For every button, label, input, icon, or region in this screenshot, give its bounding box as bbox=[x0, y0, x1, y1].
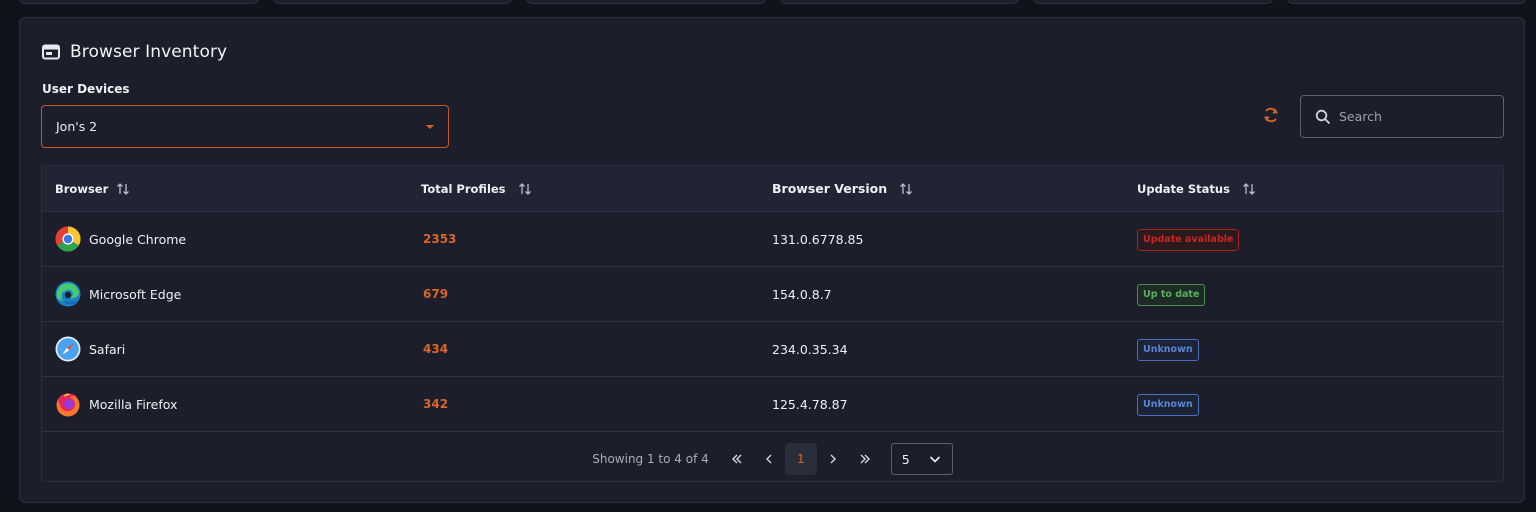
sort-icon[interactable] bbox=[116, 182, 130, 196]
browser-cell: Microsoft Edge bbox=[42, 281, 407, 307]
double-chevron-right-icon bbox=[860, 454, 870, 464]
search-box[interactable] bbox=[1300, 95, 1504, 138]
chevron-left-icon bbox=[765, 454, 772, 464]
chrome-icon bbox=[55, 226, 81, 252]
column-header-label: Browser Version bbox=[772, 181, 888, 196]
table-row[interactable]: Mozilla Firefox 342 125.4.78.87 Unknown bbox=[42, 377, 1503, 432]
browser-name: Microsoft Edge bbox=[89, 286, 182, 302]
device-select-value: Jon's 2 bbox=[56, 119, 98, 134]
browser-version: 154.0.8.7 bbox=[772, 286, 832, 302]
chevron-right-icon bbox=[830, 454, 836, 464]
browser-version: 125.4.78.87 bbox=[772, 396, 848, 412]
column-header-label: Update Status bbox=[1137, 181, 1230, 196]
browser-cell: Google Chrome bbox=[42, 226, 407, 252]
pagination: Showing 1 to 4 of 4 1 5 bbox=[42, 436, 1503, 482]
status-cell: Unknown bbox=[1137, 392, 1497, 416]
top-card bbox=[1286, 0, 1526, 4]
chevron-down-icon bbox=[929, 456, 940, 463]
safari-icon bbox=[55, 336, 81, 362]
browser-window-icon bbox=[42, 44, 60, 60]
profiles-count: 2353 bbox=[423, 232, 457, 246]
previous-page-button[interactable] bbox=[753, 443, 785, 475]
refresh-icon bbox=[1263, 107, 1279, 123]
browser-version: 234.0.35.34 bbox=[772, 341, 848, 357]
caret-down-icon bbox=[426, 125, 434, 129]
status-badge: Up to date bbox=[1137, 284, 1206, 306]
firefox-icon bbox=[55, 391, 81, 417]
table-row[interactable]: Safari 434 234.0.35.34 Unknown bbox=[42, 322, 1503, 377]
status-cell: Update available bbox=[1137, 227, 1497, 251]
sort-icon[interactable] bbox=[899, 182, 913, 196]
sort-icon[interactable] bbox=[518, 182, 532, 196]
column-header-total-profiles[interactable]: Total Profiles bbox=[407, 182, 772, 196]
first-page-button[interactable] bbox=[721, 443, 753, 475]
top-card bbox=[1033, 0, 1273, 4]
table-row[interactable]: Microsoft Edge 679 154.0.8.7 Up to date bbox=[42, 267, 1503, 322]
browser-version: 131.0.6778.85 bbox=[772, 231, 864, 247]
column-header-label: Total Profiles bbox=[421, 181, 506, 196]
top-card bbox=[272, 0, 512, 4]
status-cell: Up to date bbox=[1137, 282, 1497, 306]
table-row[interactable]: Google Chrome 2353 131.0.6778.85 Update … bbox=[42, 212, 1503, 267]
column-header-browser-version[interactable]: Browser Version bbox=[772, 181, 1137, 196]
browser-table: Browser Total Profiles Browser Version U… bbox=[41, 165, 1504, 482]
top-card bbox=[19, 0, 259, 4]
browser-name: Mozilla Firefox bbox=[89, 396, 178, 412]
status-badge: Unknown bbox=[1137, 339, 1199, 361]
column-header-label: Browser bbox=[55, 181, 109, 196]
page-button[interactable]: 1 bbox=[784, 443, 817, 475]
device-select-label: User Devices bbox=[42, 82, 130, 96]
double-chevron-left-icon bbox=[731, 454, 742, 464]
profiles-count: 342 bbox=[423, 397, 449, 411]
browser-cell: Safari bbox=[42, 336, 407, 362]
column-header-browser[interactable]: Browser bbox=[42, 182, 407, 196]
search-icon bbox=[1315, 109, 1331, 124]
refresh-button[interactable] bbox=[1260, 104, 1282, 126]
browser-name: Safari bbox=[89, 341, 126, 357]
last-page-button[interactable] bbox=[849, 443, 881, 475]
panel-header: Browser Inventory bbox=[42, 42, 227, 62]
panel-title: Browser Inventory bbox=[70, 42, 228, 62]
status-cell: Unknown bbox=[1137, 337, 1497, 361]
status-badge: Unknown bbox=[1137, 394, 1199, 416]
table-header: Browser Total Profiles Browser Version U… bbox=[42, 166, 1503, 212]
sort-icon[interactable] bbox=[1242, 182, 1256, 196]
browser-name: Google Chrome bbox=[89, 231, 187, 247]
search-input[interactable] bbox=[1339, 109, 1489, 124]
page-size-select[interactable]: 5 bbox=[890, 443, 953, 475]
column-header-update-status[interactable]: Update Status bbox=[1137, 182, 1497, 196]
profiles-count: 434 bbox=[423, 342, 449, 356]
pagination-info: Showing 1 to 4 of 4 bbox=[592, 452, 709, 466]
edge-icon bbox=[55, 281, 81, 307]
profiles-count: 679 bbox=[423, 287, 449, 301]
browser-cell: Mozilla Firefox bbox=[42, 391, 407, 417]
next-page-button[interactable] bbox=[817, 443, 849, 475]
status-badge: Update available bbox=[1137, 229, 1240, 251]
browser-inventory-panel: Browser Inventory User Devices Jon's 2 B… bbox=[19, 17, 1525, 503]
page-size-value: 5 bbox=[901, 451, 910, 467]
top-card bbox=[779, 0, 1019, 4]
top-card bbox=[526, 0, 766, 4]
device-select[interactable]: Jon's 2 bbox=[41, 105, 449, 148]
top-cards bbox=[19, 0, 1526, 4]
